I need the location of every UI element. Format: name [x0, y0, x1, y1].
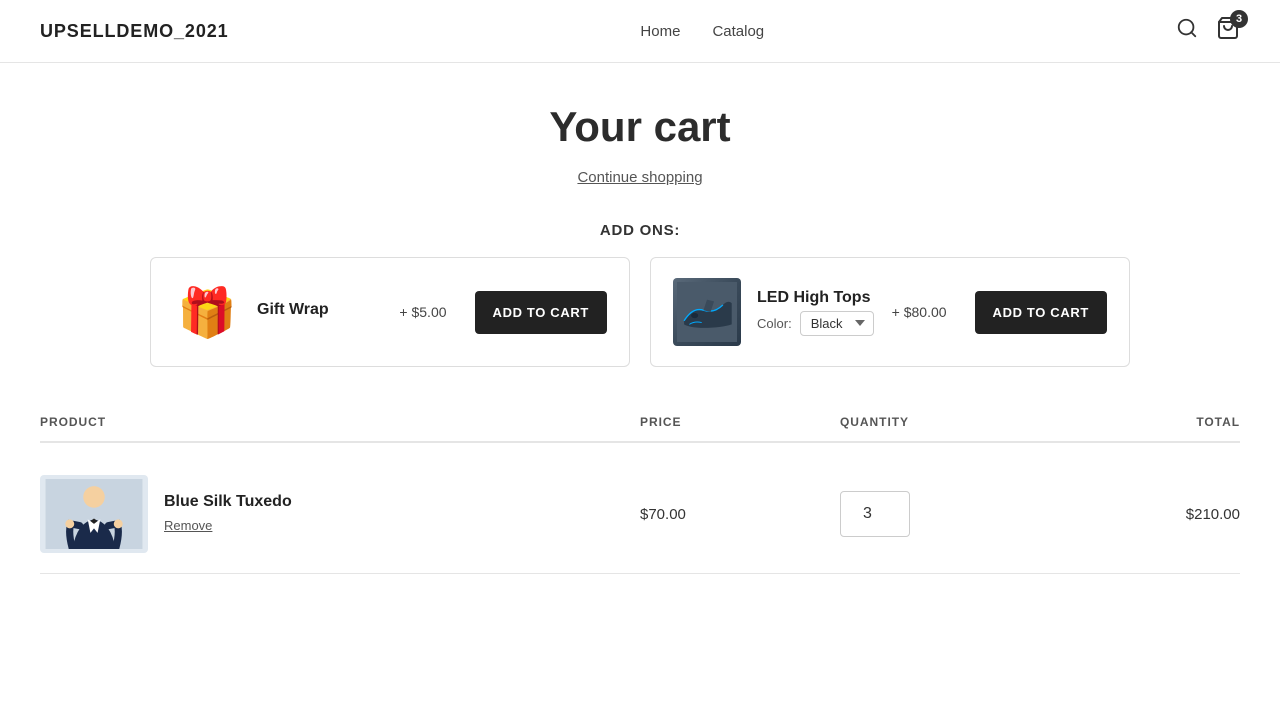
- addons-grid: 🎁 Gift Wrap + $5.00 ADD TO CART: [40, 257, 1240, 367]
- addons-section: ADD ONS: 🎁 Gift Wrap + $5.00 ADD TO CART: [40, 222, 1240, 367]
- add-to-cart-led-tops[interactable]: ADD TO CART: [975, 291, 1107, 334]
- main-nav: Home Catalog: [640, 23, 764, 40]
- main-content: Your cart Continue shopping ADD ONS: 🎁 G…: [20, 63, 1260, 614]
- cart-badge: 3: [1230, 10, 1248, 28]
- quantity-input[interactable]: [840, 491, 910, 537]
- nav-catalog[interactable]: Catalog: [712, 23, 764, 40]
- product-thumbnail: [40, 475, 148, 553]
- quantity-cell: [840, 491, 1040, 537]
- cart-table: PRODUCT PRICE QUANTITY TOTAL: [40, 415, 1240, 574]
- header-icons: 3: [1176, 16, 1240, 46]
- product-info: Blue Silk Tuxedo Remove: [164, 493, 292, 535]
- cart-button[interactable]: 3: [1216, 16, 1240, 46]
- cart-table-header: PRODUCT PRICE QUANTITY TOTAL: [40, 415, 1240, 443]
- addon-name-gift-wrap: Gift Wrap: [257, 301, 383, 319]
- search-icon: [1176, 17, 1198, 39]
- col-header-quantity: QUANTITY: [840, 415, 1040, 429]
- shoe-svg: [677, 282, 737, 342]
- table-row: Blue Silk Tuxedo Remove $70.00 $210.00: [40, 455, 1240, 574]
- addon-card-gift-wrap: 🎁 Gift Wrap + $5.00 ADD TO CART: [150, 257, 630, 367]
- addon-card-led-tops: LED High Tops Color: Black White Red Blu…: [650, 257, 1130, 367]
- col-header-product: PRODUCT: [40, 415, 640, 429]
- logo: UPSELLDEMO_2021: [40, 21, 229, 42]
- price-cell: $70.00: [640, 506, 840, 523]
- total-cell: $210.00: [1040, 506, 1240, 523]
- addon-price-gift-wrap: + $5.00: [399, 304, 446, 320]
- page-title: Your cart: [40, 103, 1240, 151]
- col-header-price: PRICE: [640, 415, 840, 429]
- color-label: Color:: [757, 316, 792, 331]
- remove-button[interactable]: Remove: [164, 518, 212, 533]
- col-header-total: TOTAL: [1040, 415, 1240, 429]
- tuxedo-svg: [44, 479, 144, 549]
- nav-home[interactable]: Home: [640, 23, 680, 40]
- addon-color-row: Color: Black White Red Blue: [757, 311, 876, 336]
- addon-info-gift-wrap: Gift Wrap: [257, 301, 383, 323]
- product-cell: Blue Silk Tuxedo Remove: [40, 475, 640, 553]
- color-select-led-tops[interactable]: Black White Red Blue: [800, 311, 874, 336]
- header: UPSELLDEMO_2021 Home Catalog 3: [0, 0, 1280, 63]
- search-button[interactable]: [1176, 17, 1198, 45]
- continue-shopping-link[interactable]: Continue shopping: [40, 169, 1240, 186]
- addons-label: ADD ONS:: [40, 222, 1240, 239]
- addon-name-led-tops: LED High Tops: [757, 289, 876, 307]
- led-tops-image: [673, 278, 741, 346]
- addon-info-led-tops: LED High Tops Color: Black White Red Blu…: [757, 289, 876, 336]
- addon-price-led-tops: + $80.00: [892, 304, 947, 320]
- product-name: Blue Silk Tuxedo: [164, 493, 292, 511]
- gift-wrap-image: 🎁: [173, 278, 241, 346]
- add-to-cart-gift-wrap[interactable]: ADD TO CART: [475, 291, 607, 334]
